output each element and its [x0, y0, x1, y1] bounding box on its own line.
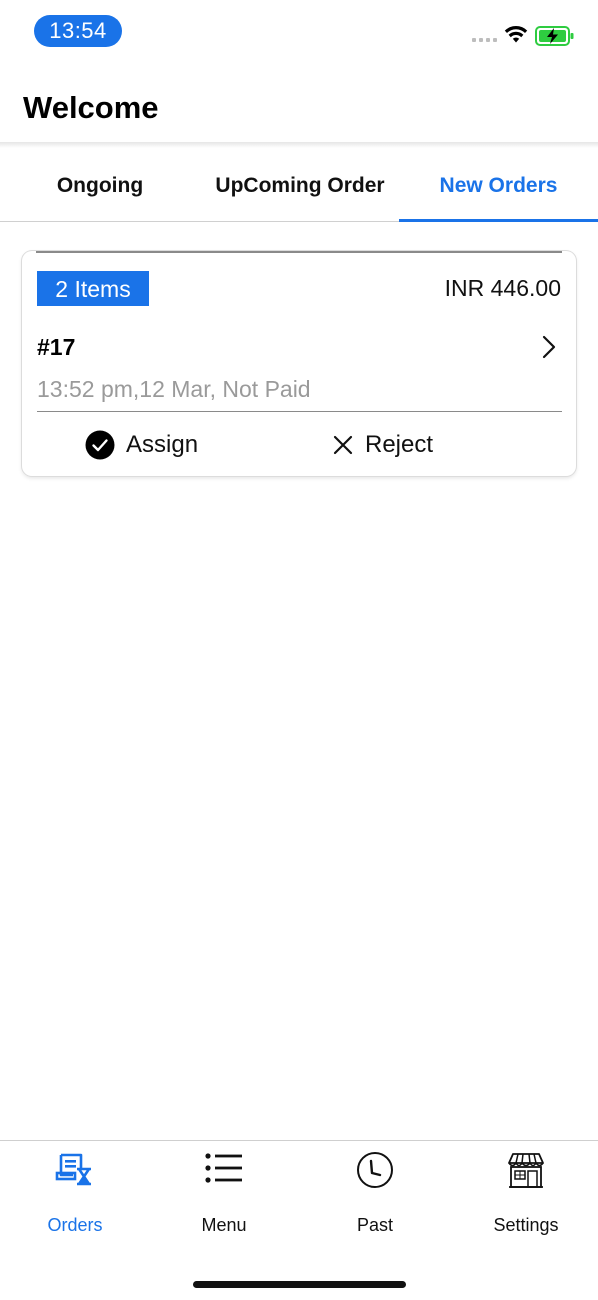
- app-screen: 13:54 Welcome Ongoing UpComing Order New…: [0, 0, 598, 1300]
- cellular-signal-icon: [472, 38, 497, 42]
- list-icon: [205, 1153, 242, 1183]
- nav-settings[interactable]: Settings: [451, 1141, 598, 1251]
- status-bar: 13:54: [0, 0, 598, 64]
- nav-past[interactable]: Past: [300, 1141, 450, 1251]
- assign-button[interactable]: Assign: [85, 427, 198, 463]
- order-card[interactable]: 2 Items INR 446.00 #17 13:52 pm,12 Mar, …: [22, 251, 576, 476]
- card-divider: [37, 411, 562, 412]
- home-indicator[interactable]: [193, 1281, 406, 1288]
- page-title: Welcome: [23, 90, 159, 125]
- tab-upcoming-order[interactable]: UpComing Order: [200, 148, 400, 222]
- bottom-nav: Orders Menu Past Settings: [0, 1140, 598, 1300]
- card-top-divider: [36, 251, 562, 253]
- order-amount: INR 446.00: [444, 275, 561, 301]
- check-circle-icon: [85, 430, 115, 460]
- store-icon: [508, 1153, 544, 1188]
- nav-menu-label: Menu: [201, 1215, 247, 1235]
- nav-orders-label: Orders: [47, 1215, 103, 1235]
- battery-charging-icon: [535, 26, 574, 46]
- close-icon: [333, 435, 353, 455]
- order-meta: 13:52 pm,12 Mar, Not Paid: [37, 376, 311, 402]
- chevron-right-icon[interactable]: [542, 335, 556, 359]
- nav-past-label: Past: [356, 1215, 394, 1235]
- wifi-icon: [504, 25, 528, 43]
- orders-icon: [55, 1153, 91, 1186]
- reject-button[interactable]: Reject: [332, 427, 433, 463]
- nav-menu[interactable]: Menu: [149, 1141, 299, 1251]
- active-tab-indicator: [399, 219, 598, 222]
- status-time: 13:54: [34, 15, 122, 47]
- app-header: Welcome: [0, 64, 598, 144]
- tab-new-orders[interactable]: New Orders: [399, 148, 598, 222]
- tab-ongoing[interactable]: Ongoing: [0, 148, 200, 222]
- order-number: #17: [37, 334, 76, 360]
- reject-label: Reject: [365, 431, 434, 458]
- nav-orders[interactable]: Orders: [0, 1141, 150, 1251]
- items-count-badge: 2 Items: [37, 271, 149, 306]
- order-tabs: Ongoing UpComing Order New Orders: [0, 148, 598, 222]
- clock-icon: [357, 1152, 393, 1188]
- nav-settings-label: Settings: [493, 1215, 559, 1235]
- assign-label: Assign: [126, 431, 199, 458]
